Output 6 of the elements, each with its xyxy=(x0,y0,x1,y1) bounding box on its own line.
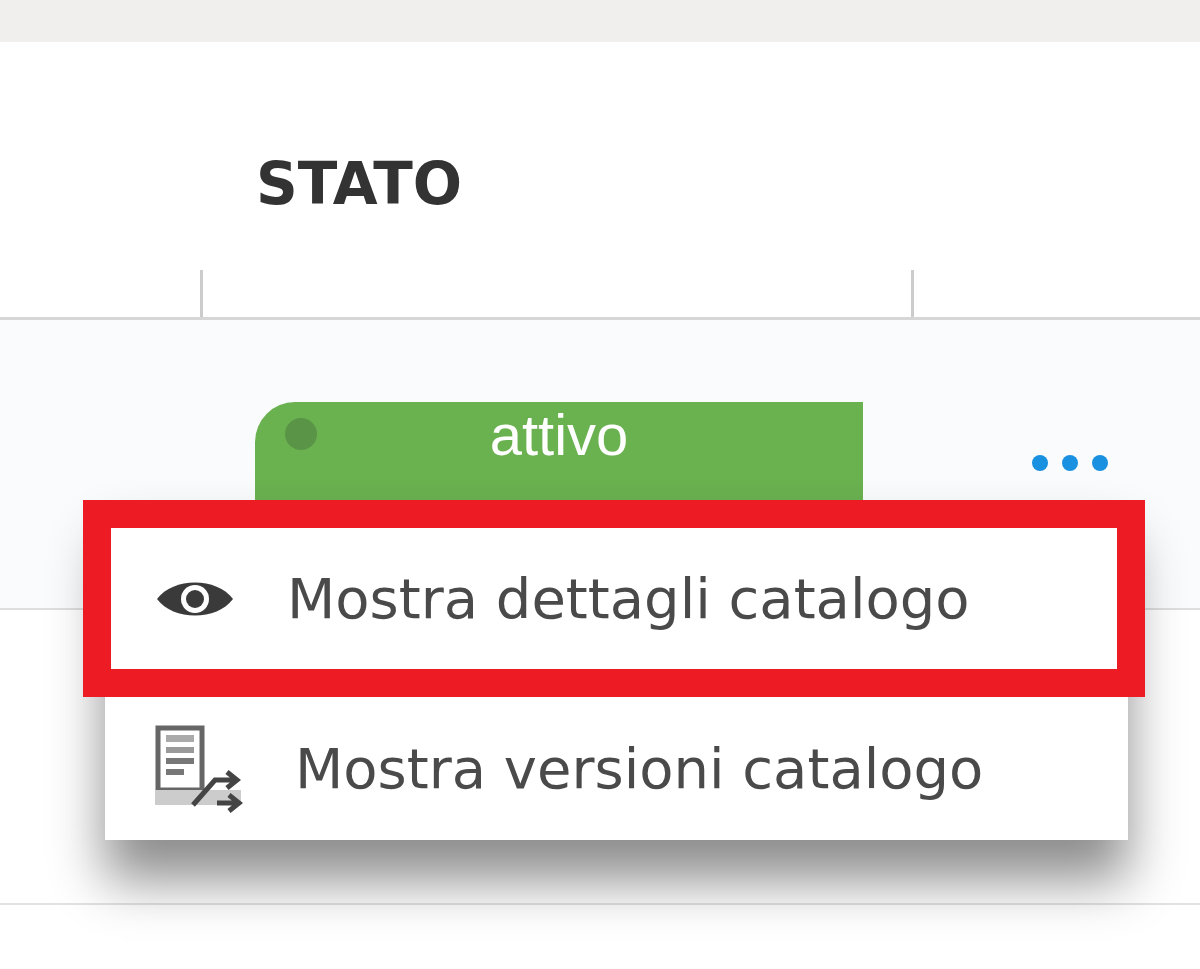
more-options-icon[interactable] xyxy=(1031,454,1109,472)
column-header: STATO xyxy=(256,150,463,218)
menu-item[interactable]: Mostra versioni catalogo xyxy=(105,697,1128,840)
status-badge: attivo xyxy=(255,402,863,502)
document-arrows-icon xyxy=(155,724,243,813)
menu-item[interactable]: Mostra dettagli catalogo xyxy=(83,500,1145,697)
